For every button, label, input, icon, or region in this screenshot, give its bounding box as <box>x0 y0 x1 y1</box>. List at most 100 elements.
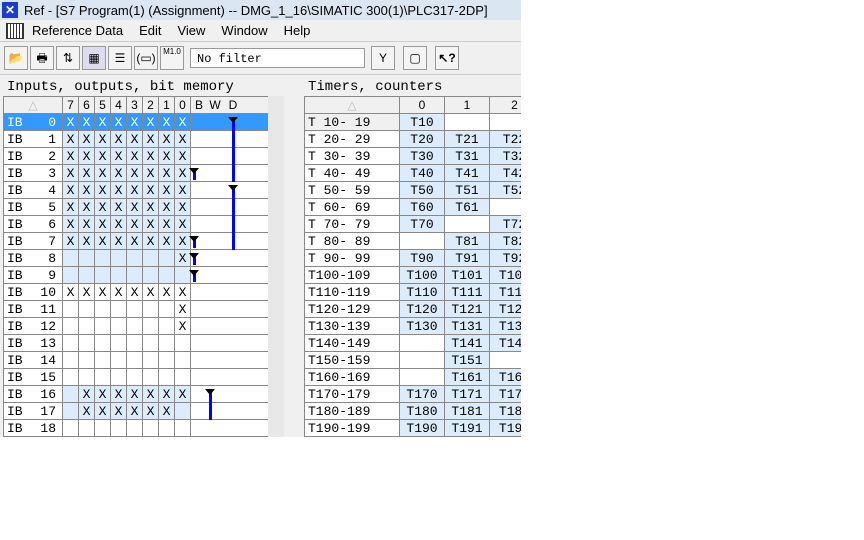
timer-cell[interactable]: T91 <box>444 249 490 267</box>
bit-cell[interactable]: X <box>94 147 112 165</box>
bit-header[interactable]: 2 <box>142 96 160 114</box>
table-row[interactable]: IB 12 X <box>3 317 271 335</box>
table-row[interactable]: T 60- 69 T60 T61 <box>304 198 521 216</box>
bit-cell[interactable]: X <box>126 385 144 403</box>
bit-cell[interactable]: X <box>78 130 96 148</box>
timer-cell[interactable]: T172 <box>489 385 521 403</box>
sort-header[interactable]: △ <box>304 96 400 114</box>
cross-reference-icon[interactable]: ⇅ <box>56 46 80 70</box>
timer-cell[interactable]: T182 <box>489 402 521 420</box>
timer-cell[interactable] <box>489 198 521 216</box>
table-row[interactable]: T100-109T100T101T102 <box>304 266 521 284</box>
bit-cell[interactable]: X <box>142 402 160 420</box>
bit-cell[interactable]: X <box>78 215 96 233</box>
bit-cell[interactable]: X <box>158 402 176 420</box>
bit-cell[interactable] <box>94 419 112 437</box>
sort-header[interactable]: △ <box>2 96 64 114</box>
bit-cell[interactable] <box>62 419 80 437</box>
table-row[interactable]: T 40- 49T40T41T42 <box>304 164 521 182</box>
bit-cell[interactable]: X <box>78 402 96 420</box>
bit-cell[interactable] <box>62 317 80 335</box>
timer-cell[interactable]: T20 <box>399 130 445 148</box>
bit-cell[interactable] <box>126 368 144 386</box>
bit-cell[interactable]: X <box>94 215 112 233</box>
table-row[interactable]: T 90- 99T90T91T92 <box>304 249 521 267</box>
bit-cell[interactable] <box>62 334 80 352</box>
bit-cell[interactable]: X <box>158 198 176 216</box>
table-row[interactable]: IB 14 <box>3 351 271 369</box>
bit-header[interactable]: 4 <box>110 96 128 114</box>
timer-cell[interactable]: T10 <box>399 113 445 131</box>
bit-cell[interactable]: X <box>174 385 192 403</box>
bit-cell[interactable]: X <box>94 164 112 182</box>
bit-header[interactable]: 3 <box>126 96 144 114</box>
bit-cell[interactable] <box>158 368 176 386</box>
bit-cell[interactable]: X <box>142 385 160 403</box>
bit-cell[interactable]: X <box>62 164 80 182</box>
bit-cell[interactable] <box>110 300 128 318</box>
bit-cell[interactable] <box>110 351 128 369</box>
bit-cell[interactable]: X <box>110 113 128 131</box>
table-row[interactable]: IB 7 X X X X X X X X <box>3 232 271 250</box>
unused-symbols-icon[interactable]: (▭) <box>134 46 158 70</box>
timer-cell[interactable]: T122 <box>489 300 521 318</box>
bit-cell[interactable]: X <box>62 113 80 131</box>
table-row[interactable]: T160-169 T161T162 <box>304 368 521 386</box>
bit-cell[interactable]: X <box>94 181 112 199</box>
bit-cell[interactable] <box>126 317 144 335</box>
bit-cell[interactable] <box>158 249 176 267</box>
bit-cell[interactable]: X <box>110 385 128 403</box>
bit-cell[interactable]: X <box>110 283 128 301</box>
bit-cell[interactable] <box>94 300 112 318</box>
timer-cell[interactable]: T42 <box>489 164 521 182</box>
timer-cell[interactable]: T90 <box>399 249 445 267</box>
timer-cell[interactable]: T51 <box>444 181 490 199</box>
timer-cell[interactable]: T161 <box>444 368 490 386</box>
bit-cell[interactable]: X <box>62 232 80 250</box>
bit-cell[interactable] <box>78 266 96 284</box>
bit-cell[interactable]: X <box>142 181 160 199</box>
new-window-icon[interactable]: ▢ <box>403 46 427 70</box>
bit-cell[interactable] <box>174 351 192 369</box>
table-row[interactable]: T110-119T110T111T112 <box>304 283 521 301</box>
bit-cell[interactable] <box>174 402 192 420</box>
table-row[interactable]: IB 11 X <box>3 300 271 318</box>
timer-cell[interactable] <box>399 368 445 386</box>
bit-cell[interactable]: X <box>158 181 176 199</box>
table-row[interactable]: T140-149 T141T142 <box>304 334 521 352</box>
bit-cell[interactable] <box>62 351 80 369</box>
bit-cell[interactable]: X <box>158 147 176 165</box>
address-no-symbol-icon[interactable]: M1.0 <box>160 46 184 70</box>
menu-view[interactable]: View <box>169 23 213 38</box>
bit-cell[interactable] <box>158 334 176 352</box>
bit-cell[interactable]: X <box>126 181 144 199</box>
bit-cell[interactable]: X <box>62 215 80 233</box>
table-row[interactable]: IB 5 X X X X X X X X <box>3 198 271 216</box>
bit-cell[interactable]: X <box>110 164 128 182</box>
bit-header[interactable]: 6 <box>78 96 96 114</box>
bit-cell[interactable] <box>62 266 80 284</box>
help-icon[interactable]: ↖? <box>435 46 459 70</box>
timer-cell[interactable] <box>489 113 521 131</box>
bit-cell[interactable]: X <box>142 113 160 131</box>
bit-cell[interactable] <box>78 249 96 267</box>
timer-cell[interactable] <box>444 215 490 233</box>
timer-cell[interactable]: T162 <box>489 368 521 386</box>
bit-cell[interactable]: X <box>78 385 96 403</box>
bit-cell[interactable] <box>110 266 128 284</box>
bit-cell[interactable]: X <box>110 402 128 420</box>
bit-cell[interactable] <box>126 334 144 352</box>
bit-cell[interactable]: X <box>174 317 192 335</box>
bit-cell[interactable] <box>62 249 80 267</box>
bit-cell[interactable] <box>126 266 144 284</box>
timer-cell[interactable]: T120 <box>399 300 445 318</box>
table-row[interactable]: T120-129T120T121T122 <box>304 300 521 318</box>
timer-cell[interactable]: T92 <box>489 249 521 267</box>
timer-cell[interactable]: T141 <box>444 334 490 352</box>
timer-cell[interactable]: T170 <box>399 385 445 403</box>
bit-cell[interactable]: X <box>78 283 96 301</box>
bit-cell[interactable] <box>174 334 192 352</box>
bit-cell[interactable]: X <box>126 113 144 131</box>
bit-cell[interactable] <box>78 334 96 352</box>
timer-cell[interactable]: T192 <box>489 419 521 437</box>
